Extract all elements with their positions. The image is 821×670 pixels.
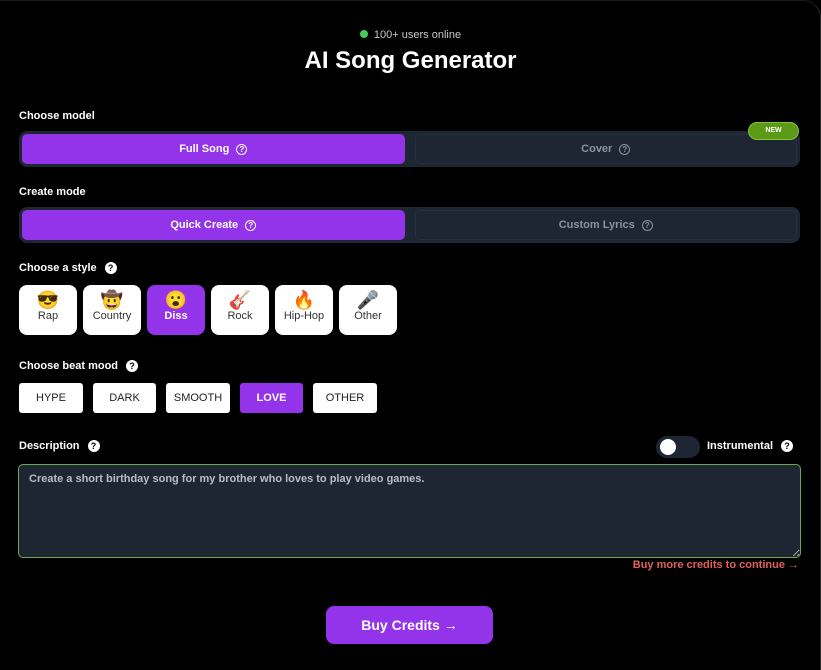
option-label: Quick Create <box>170 219 239 231</box>
style-diss[interactable]: 😮 Diss <box>147 285 205 335</box>
help-icon[interactable]: ? <box>104 262 117 274</box>
microphone-icon: 🎤 <box>356 290 380 310</box>
description-label: Description? <box>19 440 100 452</box>
mood-label: Choose beat mood? <box>19 360 139 372</box>
buy-more-credits-link[interactable]: Buy more credits to continue → <box>633 559 799 571</box>
model-full-song[interactable]: Full Song? <box>22 134 405 164</box>
online-status: 100+ users online <box>0 29 821 41</box>
help-icon[interactable]: ? <box>245 219 257 231</box>
toggle-knob <box>660 439 676 455</box>
new-badge: NEW <box>748 122 799 140</box>
instrumental-toggle[interactable] <box>656 436 700 458</box>
description-input[interactable]: Create a short birthday song for my brot… <box>18 464 801 558</box>
mode-custom-lyrics[interactable]: Custom Lyrics? <box>414 210 797 240</box>
style-label: Other <box>354 310 382 322</box>
mood-love[interactable]: LOVE <box>240 383 303 413</box>
guitar-icon: 🎸 <box>228 290 252 310</box>
style-hip-hop[interactable]: 🔥 Hip-Hop <box>275 285 333 335</box>
buy-credits-button[interactable]: Buy Credits → <box>326 606 493 644</box>
model-cover[interactable]: Cover? <box>414 134 797 164</box>
style-label: Rap <box>37 310 59 322</box>
mood-label-text: Choose beat mood <box>19 360 119 372</box>
instrumental-label: Instrumental? <box>707 440 794 452</box>
model-label: Choose model <box>19 110 95 122</box>
style-label: Rock <box>227 310 253 322</box>
option-label: Full Song <box>179 143 230 155</box>
sunglasses-icon: 😎 <box>36 290 60 310</box>
mood-options: HYPE DARK SMOOTH LOVE OTHER <box>19 383 377 413</box>
mode-quick-create[interactable]: Quick Create? <box>22 210 405 240</box>
fire-icon: 🔥 <box>292 290 316 310</box>
style-label: Country <box>92 310 132 322</box>
mode-selector: Quick Create? Custom Lyrics? <box>19 207 800 243</box>
option-label: Custom Lyrics <box>558 219 635 231</box>
help-icon[interactable]: ? <box>236 143 248 155</box>
style-label: Diss <box>164 310 188 322</box>
style-label: Choose a style? <box>19 262 117 274</box>
mood-other[interactable]: OTHER <box>313 383 377 413</box>
shocked-face-icon: 😮 <box>164 290 188 310</box>
online-text: 100+ users online <box>373 29 462 41</box>
style-country[interactable]: 🤠 Country <box>83 285 141 335</box>
help-icon[interactable]: ? <box>641 219 653 231</box>
mood-dark[interactable]: DARK <box>93 383 156 413</box>
option-label: Cover <box>581 143 613 155</box>
style-rap[interactable]: 😎 Rap <box>19 285 77 335</box>
style-options: 😎 Rap 🤠 Country 😮 Diss 🎸 Rock 🔥 Hip-Hop 🎤 Othe… <box>19 285 397 335</box>
instrumental-text: Instrumental <box>707 440 774 452</box>
style-other[interactable]: 🎤 Other <box>339 285 397 335</box>
style-label: Hip-Hop <box>283 310 325 322</box>
mood-hype[interactable]: HYPE <box>19 383 83 413</box>
page-title: AI Song Generator <box>304 47 517 74</box>
cowboy-icon: 🤠 <box>100 290 124 310</box>
model-selector: Full Song? Cover? <box>19 131 800 167</box>
style-rock[interactable]: 🎸 Rock <box>211 285 269 335</box>
help-icon[interactable]: ? <box>87 440 100 452</box>
online-dot-icon <box>359 30 368 38</box>
help-icon[interactable]: ? <box>619 143 631 155</box>
style-label-text: Choose a style <box>19 262 97 274</box>
mood-smooth[interactable]: SMOOTH <box>166 383 230 413</box>
help-icon[interactable]: ? <box>781 440 794 452</box>
help-icon[interactable]: ? <box>126 360 139 372</box>
mode-label: Create mode <box>19 186 86 198</box>
description-label-text: Description <box>19 440 80 452</box>
